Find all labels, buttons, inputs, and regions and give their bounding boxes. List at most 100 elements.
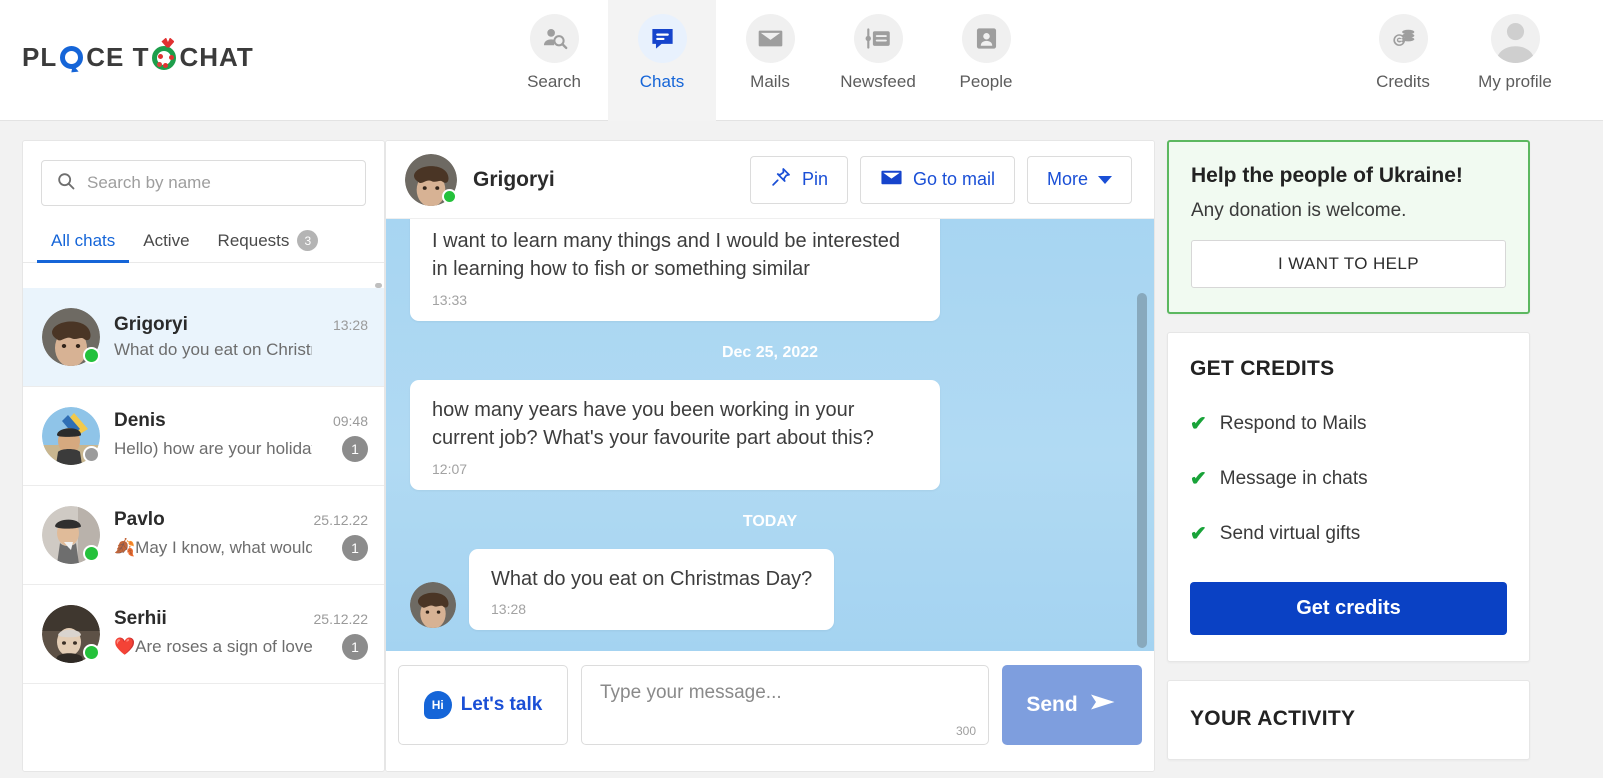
lets-talk-label: Let's talk [460, 694, 543, 715]
logo-text-part2: CE T [86, 42, 150, 72]
list-item[interactable]: Serhii 25.12.22 ❤️Are roses a sign of lo… [23, 585, 384, 684]
message-timestamp: 12:07 [432, 460, 468, 477]
ukraine-card-title: Help the people of Ukraine! [1191, 164, 1463, 187]
credit-method-item: ✔ Send virtual gifts [1190, 521, 1507, 546]
message-preview: ❤️Are roses a sign of love? [114, 637, 312, 657]
credit-method-item: ✔ Message in chats [1190, 466, 1507, 491]
tab-active[interactable]: Active [129, 231, 203, 262]
your-activity-card: YOUR ACTIVITY [1167, 680, 1530, 760]
avatar [42, 407, 100, 465]
preview-emoji: 🍂 [114, 538, 136, 557]
app-logo[interactable]: PL CE T CHAT [22, 42, 254, 73]
unread-badge: 1 [342, 436, 368, 462]
tab-requests-label: Requests [217, 230, 290, 250]
tab-all-chats[interactable]: All chats [37, 231, 130, 263]
more-button[interactable]: More [1026, 155, 1132, 204]
message-bubble[interactable]: What do you eat on Christmas Day? 13:28 [469, 548, 835, 630]
search-input[interactable] [87, 173, 351, 193]
ukraine-donation-card: Help the people of Ukraine! Any donation… [1167, 140, 1530, 314]
list-item[interactable]: Pavlo 25.12.22 🍂May I know, what would 1 [23, 486, 384, 585]
nav-label-mails: Mails [750, 72, 790, 91]
message-row: I want to learn many things and I would … [410, 219, 1130, 321]
list-item[interactable]: Denis 09:48 Hello) how are your holiday … [23, 387, 384, 486]
envelope-icon [745, 14, 795, 63]
tab-requests[interactable]: Requests 3 [204, 230, 333, 262]
nav-item-credits[interactable]: Credits [1347, 0, 1459, 121]
nav-item-mails[interactable]: Mails [716, 0, 824, 121]
status-dot [83, 644, 100, 661]
message-timestamp: 13:33 [432, 291, 468, 308]
message-bubble[interactable]: how many years have you been working in … [410, 379, 940, 490]
chat-rows: Grigoryi 13:28 What do you eat on Christ… [23, 288, 384, 771]
conversation-header: Grigoryi Pin Go to mail More [386, 141, 1154, 219]
pin-icon [770, 166, 792, 193]
get-credits-button[interactable]: Get credits [1190, 582, 1507, 635]
message-composer: Hi Let's talk 300 Send [386, 651, 1154, 771]
nav-item-my-profile[interactable]: My profile [1459, 0, 1571, 121]
message-pane: I want to learn many things and I would … [386, 219, 1154, 651]
chat-bubble-icon [637, 14, 687, 63]
avatar[interactable] [405, 153, 457, 206]
hi-bubble-icon: Hi [423, 691, 452, 719]
credit-method-item: ✔ Respond to Mails [1190, 411, 1507, 436]
status-dot [83, 446, 100, 463]
tab-all-chats-label: All chats [51, 231, 116, 250]
message-avatar [410, 581, 456, 628]
send-arrow-icon [1090, 691, 1118, 719]
message-input-wrapper: 300 [581, 665, 989, 745]
pin-button[interactable]: Pin [749, 155, 848, 204]
list-item-meta: Grigoryi 13:28 What do you eat on Christ… [114, 314, 368, 360]
account-nav-group: Credits My profile [1347, 0, 1571, 121]
message-input[interactable] [582, 666, 988, 744]
send-button-label: Send [1026, 693, 1078, 716]
search-box[interactable] [41, 160, 366, 206]
message-timestamp: 13:28 [491, 600, 527, 617]
message-text: What do you eat on Christmas Day? [491, 567, 813, 590]
message-row: how many years have you been working in … [410, 379, 1130, 490]
nav-label-credits: Credits [1376, 72, 1430, 91]
message-time: 13:28 [332, 317, 368, 333]
page-title: Grigoryi [473, 167, 555, 191]
nav-label-search: Search [527, 72, 581, 91]
contact-name: Denis [114, 410, 166, 431]
i-want-to-help-button[interactable]: I WANT TO HELP [1191, 240, 1506, 288]
nav-item-people[interactable]: People [932, 0, 1040, 121]
logo-text-part1: PL [22, 42, 58, 72]
avatar [42, 308, 100, 366]
message-bubble[interactable]: I want to learn many things and I would … [410, 219, 940, 321]
nav-item-search[interactable]: Search [500, 0, 608, 121]
status-dot [442, 188, 457, 204]
credit-method-label: Respond to Mails [1219, 412, 1367, 434]
nav-label-people: People [959, 72, 1013, 91]
message-time: 25.12.22 [313, 512, 369, 528]
nav-item-chats[interactable]: Chats [608, 0, 716, 121]
user-search-icon [529, 14, 579, 63]
date-divider: TODAY [742, 512, 798, 530]
lets-talk-button[interactable]: Hi Let's talk [398, 665, 568, 745]
list-item-meta: Serhii 25.12.22 ❤️Are roses a sign of lo… [114, 608, 368, 660]
envelope-icon [880, 166, 903, 194]
right-sidebar: Help the people of Ukraine! Any donation… [1167, 140, 1530, 778]
pin-button-label: Pin [801, 169, 828, 189]
list-item-meta: Pavlo 25.12.22 🍂May I know, what would 1 [114, 509, 368, 561]
preview-emoji: ❤️ [114, 637, 136, 656]
list-item[interactable]: Grigoryi 13:28 What do you eat on Christ… [23, 288, 384, 387]
preview-text: Are roses a sign of love? [135, 637, 312, 656]
christmas-wreath-icon [152, 45, 177, 70]
top-navigation-bar: PL CE T CHAT Search Chats Mails Newsfeed… [0, 0, 1603, 121]
go-to-mail-button[interactable]: Go to mail [859, 155, 1015, 204]
preview-text: May I know, what would [135, 538, 312, 557]
send-button[interactable]: Send [1002, 665, 1142, 745]
message-preview: 🍂May I know, what would [114, 538, 312, 558]
contact-name: Serhii [114, 608, 167, 629]
chevron-down-icon [1098, 175, 1112, 184]
date-divider: Dec 25, 2022 [721, 343, 819, 361]
avatar [42, 605, 100, 663]
go-to-mail-button-label: Go to mail [912, 169, 995, 189]
logo-text-part3: CHAT [179, 42, 254, 72]
nav-item-newsfeed[interactable]: Newsfeed [824, 0, 932, 121]
chat-filter-tabs: All chats Active Requests 3 [23, 222, 384, 263]
more-button-label: More [1046, 169, 1088, 189]
contact-name: Grigoryi [114, 314, 188, 335]
main-nav-group: Search Chats Mails Newsfeed People [500, 0, 1040, 121]
